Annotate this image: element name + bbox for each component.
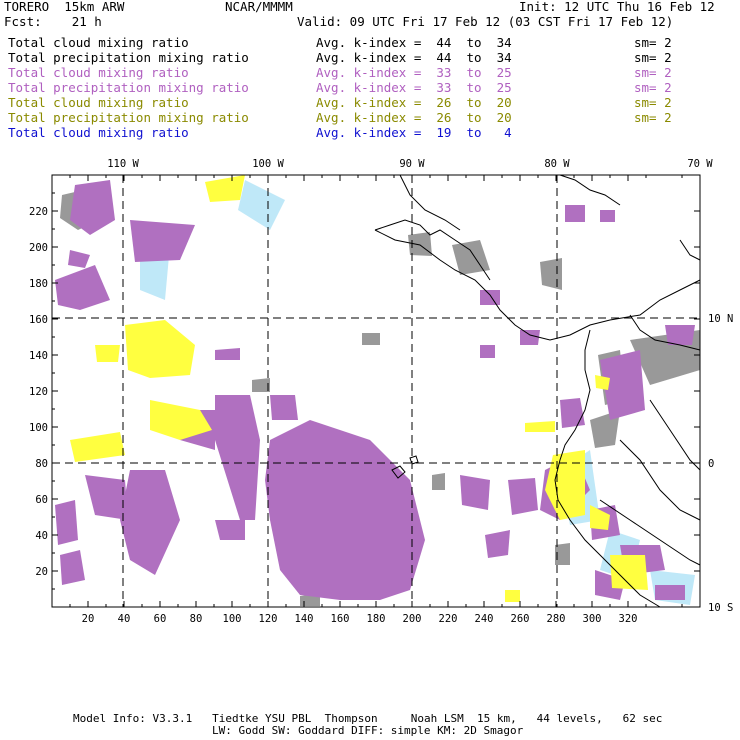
top-longitude-label: 80 W	[544, 158, 570, 170]
top-longitude-label: 70 W	[687, 158, 713, 170]
x-tick-label: 140	[295, 613, 314, 625]
y-tick-label: 200	[29, 242, 48, 254]
x-tick-label: 260	[511, 613, 530, 625]
top-longitude-label: 100 W	[252, 158, 284, 170]
x-tick-label: 80	[190, 613, 203, 625]
x-tick-label: 100	[223, 613, 242, 625]
x-tick-label: 220	[439, 613, 458, 625]
x-tick-label: 60	[154, 613, 167, 625]
y-tick-label: 160	[29, 314, 48, 326]
map: 20 40 60 80 100 120 140 160 180 200 220 240 260 280 30…	[29, 158, 733, 625]
x-tick-label: 180	[367, 613, 386, 625]
x-tick-label: 120	[259, 613, 278, 625]
x-tick-label: 40	[118, 613, 131, 625]
y-tick-label: 60	[35, 494, 48, 506]
x-tick-label: 280	[547, 613, 566, 625]
top-longitude-label: 110 W	[107, 158, 139, 170]
y-tick-label: 100	[29, 422, 48, 434]
y-tick-label: 220	[29, 206, 48, 218]
x-tick-label: 320	[619, 613, 638, 625]
y-tick-label: 120	[29, 386, 48, 398]
x-tick-label: 20	[82, 613, 95, 625]
x-tick-label: 240	[475, 613, 494, 625]
model-info-line2: LW: Godd SW: Goddard DIFF: simple KM: 2D…	[212, 724, 524, 737]
y-tick-label: 180	[29, 278, 48, 290]
x-tick-label: 300	[583, 613, 602, 625]
x-tick-label: 200	[403, 613, 422, 625]
right-latitude-label: 10 S	[708, 602, 733, 614]
violet-cloud-patches	[55, 180, 695, 600]
x-tick-label: 160	[331, 613, 350, 625]
top-longitude-label: 90 W	[399, 158, 425, 170]
y-tick-label: 20	[35, 566, 48, 578]
y-tick-label: 140	[29, 350, 48, 362]
right-latitude-label: 10 N	[708, 313, 733, 325]
y-tick-label: 80	[35, 458, 48, 470]
right-latitude-label: 0	[708, 458, 714, 470]
y-tick-label: 40	[35, 530, 48, 542]
